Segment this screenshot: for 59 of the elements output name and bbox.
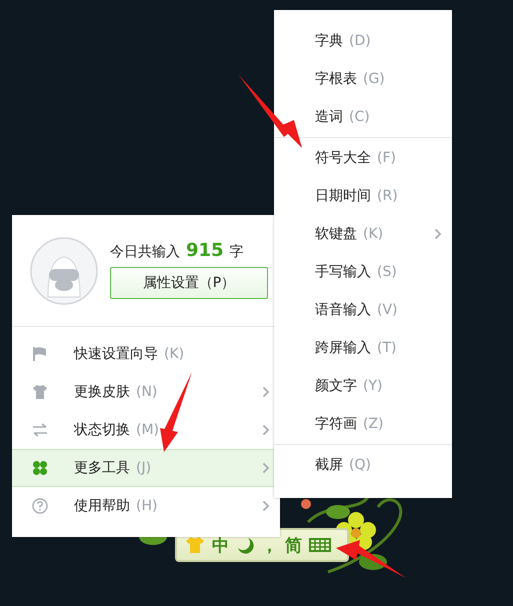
item-label: 软键盘 (315, 225, 357, 243)
item-label: 造词 (315, 108, 343, 126)
item-label: 更多工具 (74, 459, 130, 477)
shortcut-key: (M) (136, 422, 160, 438)
shortcut-key: (K) (363, 226, 384, 242)
item-label: 日期时间 (315, 187, 371, 205)
shortcut-key: (F) (377, 150, 396, 166)
shortcut-key: (K) (164, 346, 184, 362)
item-label: 跨屏输入 (315, 339, 371, 357)
today-label: 今日共输入 (110, 243, 180, 261)
shortcut-key: (J) (136, 460, 152, 476)
item-label: 字典 (315, 32, 343, 50)
help-icon (32, 498, 48, 514)
item-label: 更换皮肤 (74, 383, 130, 401)
shortcut-key: (H) (136, 498, 158, 514)
shortcut-key: (V) (377, 302, 398, 318)
shortcut-key: (T) (377, 340, 396, 356)
menu-item[interactable]: 造词 (C) (274, 98, 452, 136)
shirt-icon (32, 384, 48, 400)
arrow (336, 540, 406, 578)
shortcut-key: (C) (349, 109, 370, 125)
shortcut-key: (Y) (363, 378, 382, 394)
shortcut-key: (S) (377, 264, 397, 280)
avatar-icon (30, 237, 98, 305)
status-toggle[interactable]: 简 (285, 534, 302, 556)
shortcut-key: (D) (349, 33, 371, 49)
item-label: 字根表 (315, 70, 357, 88)
item-label: 截屏 (315, 456, 343, 474)
status-toggle[interactable]: ， (261, 534, 278, 556)
status-toggle[interactable]: 中 (212, 534, 229, 556)
item-label: 手写输入 (315, 263, 371, 281)
unit-label: 字 (230, 243, 244, 261)
item-label: 使用帮助 (74, 497, 130, 515)
menu-item[interactable]: 手写输入 (S) (274, 253, 452, 291)
menu-item[interactable]: 日期时间 (R) (274, 177, 452, 215)
menu-item[interactable]: 使用帮助 (H) (12, 487, 280, 525)
item-label: 语音输入 (315, 301, 371, 319)
menu-item[interactable]: 语音输入 (V) (274, 291, 452, 329)
flag-icon (32, 346, 48, 362)
moon-icon[interactable] (236, 536, 254, 554)
keyboard-icon[interactable] (309, 538, 331, 552)
menu-item[interactable]: 字典 (D) (274, 22, 452, 60)
settings-button[interactable]: 属性设置（P） (110, 267, 268, 299)
item-label: 符号大全 (315, 149, 371, 167)
shortcut-key: (Z) (363, 416, 384, 432)
count-value: 915 (186, 240, 224, 261)
shortcut-key: (N) (136, 384, 158, 400)
menu-item[interactable]: 软键盘 (K) (274, 215, 452, 253)
shortcut-key: (Q) (349, 457, 371, 473)
item-label: 字符画 (315, 415, 357, 433)
shortcut-key: (G) (363, 71, 385, 87)
menu-item[interactable]: 字根表 (G) (274, 60, 452, 98)
shortcut-key: (R) (377, 188, 398, 204)
item-label: 状态切换 (74, 421, 130, 439)
item-label: 快速设置向导 (74, 345, 158, 363)
swap-icon (32, 422, 48, 438)
menu-item[interactable]: 符号大全 (F) (274, 139, 452, 177)
item-label: 颜文字 (315, 377, 357, 395)
clover-icon (32, 460, 48, 476)
